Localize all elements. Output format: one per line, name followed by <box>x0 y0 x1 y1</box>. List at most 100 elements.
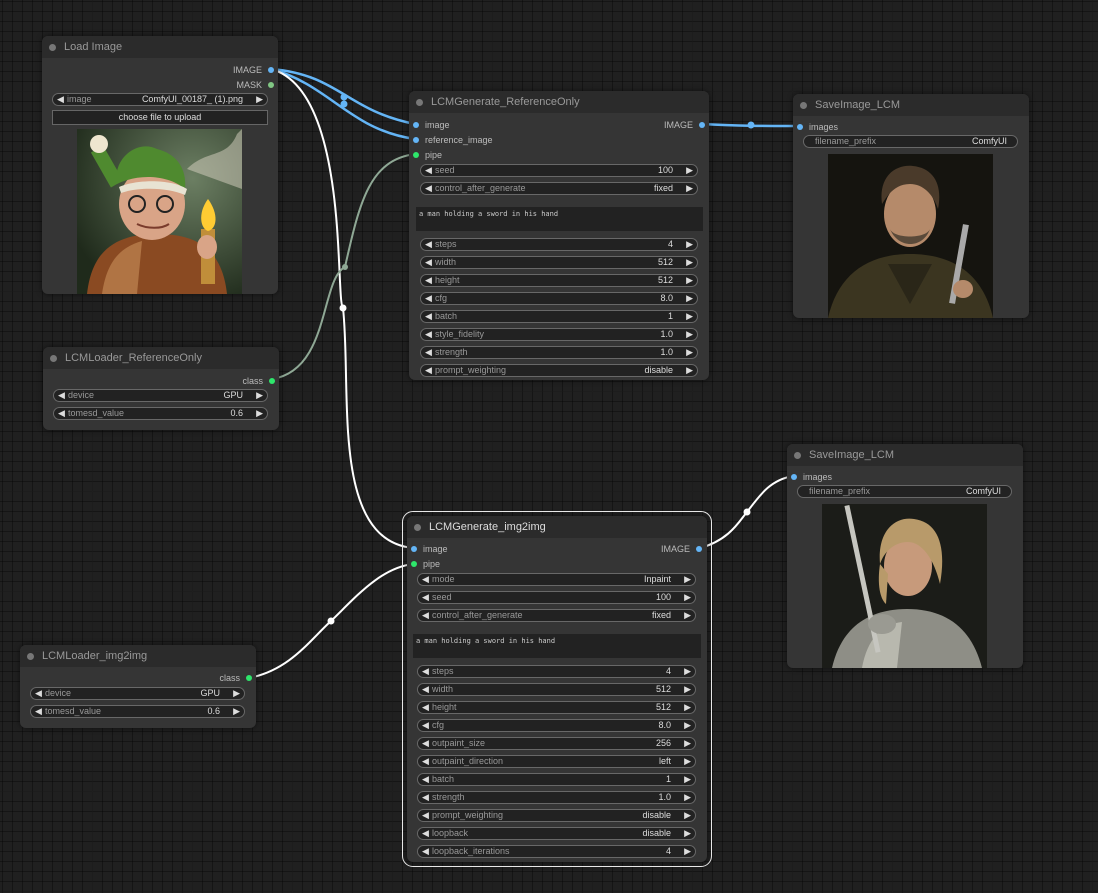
number-width[interactable]: ◀ width 512 ▶ <box>420 256 698 269</box>
number-height[interactable]: ◀ height 512 ▶ <box>420 274 698 287</box>
output-slot-mask[interactable]: MASK <box>236 79 274 91</box>
arrow-right-icon[interactable]: ▶ <box>684 738 691 749</box>
output-slot-class[interactable]: class <box>219 672 252 684</box>
arrow-right-icon[interactable]: ▶ <box>684 792 691 803</box>
arrow-right-icon[interactable]: ▶ <box>256 408 263 419</box>
node-lcm-loader-img2img[interactable]: LCMLoader_img2img class ◀ device GPU ▶ ◀ tom… <box>20 645 256 728</box>
link-loadimage-to-ref-reference[interactable] <box>270 67 416 141</box>
node-load-image[interactable]: Load Image IMAGE MASK ◀ image ComfyUI_00… <box>42 36 278 294</box>
arrow-right-icon[interactable]: ▶ <box>684 810 691 821</box>
arrow-right-icon[interactable]: ▶ <box>684 774 691 785</box>
link-midpoint[interactable] <box>747 121 755 129</box>
output-slot-image[interactable]: IMAGE <box>661 543 702 555</box>
arrow-left-icon[interactable]: ◀ <box>422 666 429 677</box>
arrow-right-icon[interactable]: ▶ <box>684 828 691 839</box>
number-tomesd-value[interactable]: ◀ tomesd_value 0.6 ▶ <box>53 407 268 420</box>
arrow-left-icon[interactable]: ◀ <box>422 738 429 749</box>
number-cfg[interactable]: ◀ cfg 8.0 ▶ <box>420 292 698 305</box>
combo-device[interactable]: ◀ device GPU ▶ <box>30 687 245 700</box>
text-filename-prefix[interactable]: filename_prefix ComfyUI <box>797 485 1012 498</box>
arrow-left-icon[interactable]: ◀ <box>425 293 432 304</box>
slot-connector-icon[interactable] <box>413 137 419 143</box>
slot-connector-icon[interactable] <box>269 378 275 384</box>
number-style-fidelity[interactable]: ◀ style_fidelity 1.0 ▶ <box>420 328 698 341</box>
number-strength[interactable]: ◀ strength 1.0 ▶ <box>420 346 698 359</box>
number-cfg[interactable]: ◀ cfg 8.0 ▶ <box>417 719 696 732</box>
node-title-bar[interactable]: Load Image <box>42 36 278 58</box>
arrow-left-icon[interactable]: ◀ <box>425 239 432 250</box>
input-slot-images[interactable]: images <box>797 121 838 133</box>
link-midpoint[interactable] <box>327 617 335 625</box>
slot-connector-icon[interactable] <box>411 561 417 567</box>
node-title-bar[interactable]: SaveImage_LCM <box>787 444 1023 466</box>
arrow-right-icon[interactable]: ▶ <box>233 688 240 699</box>
arrow-left-icon[interactable]: ◀ <box>425 257 432 268</box>
arrow-left-icon[interactable]: ◀ <box>422 756 429 767</box>
node-title-bar[interactable]: LCMGenerate_img2img <box>407 516 707 538</box>
arrow-right-icon[interactable]: ▶ <box>684 610 691 621</box>
number-strength[interactable]: ◀ strength 1.0 ▶ <box>417 791 696 804</box>
arrow-left-icon[interactable]: ◀ <box>422 720 429 731</box>
input-slot-reference-image[interactable]: reference_image <box>413 134 493 146</box>
slot-connector-icon[interactable] <box>413 122 419 128</box>
arrow-right-icon[interactable]: ▶ <box>684 666 691 677</box>
combo-loopback[interactable]: ◀ loopback disable ▶ <box>417 827 696 840</box>
slot-connector-icon[interactable] <box>797 124 803 130</box>
collapse-dot-icon[interactable] <box>50 354 57 362</box>
arrow-left-icon[interactable]: ◀ <box>425 329 432 340</box>
collapse-dot-icon[interactable] <box>414 523 421 531</box>
slot-connector-icon[interactable] <box>268 67 274 73</box>
slot-connector-icon[interactable] <box>696 546 702 552</box>
arrow-left-icon[interactable]: ◀ <box>425 347 432 358</box>
input-slot-image[interactable]: image <box>413 119 450 131</box>
link-midpoint[interactable] <box>743 508 751 516</box>
arrow-right-icon[interactable]: ▶ <box>686 165 693 176</box>
arrow-left-icon[interactable]: ◀ <box>422 792 429 803</box>
link-img2img-to-save-bottom[interactable] <box>699 475 794 549</box>
arrow-left-icon[interactable]: ◀ <box>425 365 432 376</box>
slot-connector-icon[interactable] <box>411 546 417 552</box>
link-midpoint[interactable] <box>340 100 348 108</box>
arrow-right-icon[interactable]: ▶ <box>686 347 693 358</box>
combo-device[interactable]: ◀ device GPU ▶ <box>53 389 268 402</box>
collapse-dot-icon[interactable] <box>794 451 801 459</box>
combo-prompt-weighting[interactable]: ◀ prompt_weighting disable ▶ <box>420 364 698 377</box>
arrow-right-icon[interactable]: ▶ <box>684 846 691 857</box>
number-seed[interactable]: ◀ seed 100 ▶ <box>420 164 698 177</box>
link-loader-img2img-to-pipe[interactable] <box>248 563 414 679</box>
link-loadimage-to-img2img[interactable] <box>270 68 414 549</box>
number-seed[interactable]: ◀ seed 100 ▶ <box>417 591 696 604</box>
combo-prompt-weighting[interactable]: ◀ prompt_weighting disable ▶ <box>417 809 696 822</box>
input-slot-images[interactable]: images <box>791 471 832 483</box>
number-steps[interactable]: ◀ steps 4 ▶ <box>417 665 696 678</box>
node-save-image-top[interactable]: SaveImage_LCM images filename_prefix Comf… <box>793 94 1029 318</box>
arrow-right-icon[interactable]: ▶ <box>686 239 693 250</box>
number-outpaint-size[interactable]: ◀ outpaint_size 256 ▶ <box>417 737 696 750</box>
slot-connector-icon[interactable] <box>268 82 274 88</box>
node-title-bar[interactable]: SaveImage_LCM <box>793 94 1029 116</box>
link-midpoint[interactable] <box>340 93 348 101</box>
combo-image[interactable]: ◀ image ComfyUI_00187_ (1).png ▶ <box>52 93 268 106</box>
arrow-left-icon[interactable]: ◀ <box>425 275 432 286</box>
arrow-left-icon[interactable]: ◀ <box>35 706 42 717</box>
arrow-right-icon[interactable]: ▶ <box>684 702 691 713</box>
prompt-textarea[interactable]: a man holding a sword in his hand <box>413 634 701 658</box>
slot-connector-icon[interactable] <box>246 675 252 681</box>
arrow-right-icon[interactable]: ▶ <box>686 275 693 286</box>
collapse-dot-icon[interactable] <box>27 652 34 660</box>
arrow-right-icon[interactable]: ▶ <box>684 756 691 767</box>
arrow-left-icon[interactable]: ◀ <box>422 810 429 821</box>
collapse-dot-icon[interactable] <box>416 98 423 106</box>
arrow-right-icon[interactable]: ▶ <box>684 592 691 603</box>
output-slot-image[interactable]: IMAGE <box>664 119 705 131</box>
arrow-right-icon[interactable]: ▶ <box>256 94 263 105</box>
arrow-left-icon[interactable]: ◀ <box>422 610 429 621</box>
input-slot-image[interactable]: image <box>411 543 448 555</box>
arrow-left-icon[interactable]: ◀ <box>422 574 429 585</box>
node-title-bar[interactable]: LCMLoader_img2img <box>20 645 256 667</box>
arrow-right-icon[interactable]: ▶ <box>684 720 691 731</box>
input-slot-pipe[interactable]: pipe <box>411 558 440 570</box>
node-title-bar[interactable]: LCMGenerate_ReferenceOnly <box>409 91 709 113</box>
arrow-left-icon[interactable]: ◀ <box>422 828 429 839</box>
arrow-left-icon[interactable]: ◀ <box>422 684 429 695</box>
